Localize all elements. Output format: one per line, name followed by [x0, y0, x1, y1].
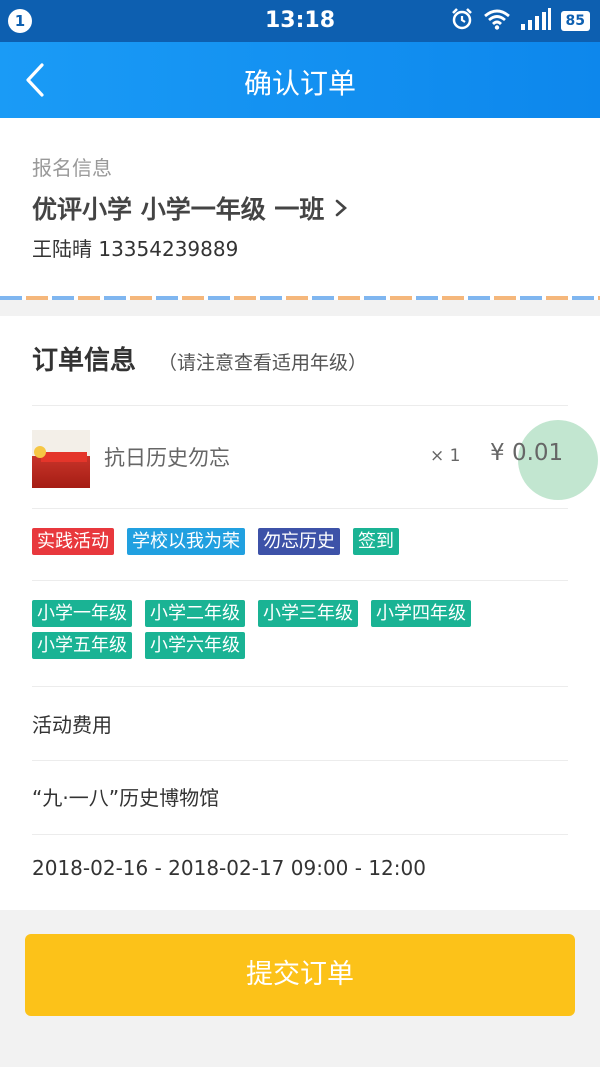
- registration-label: 报名信息: [32, 156, 112, 180]
- registration-contact: 王陆晴 13354239889: [32, 237, 239, 261]
- divider: [32, 834, 568, 835]
- activity-tags: 实践活动 学校以我为荣 勿忘历史 签到: [32, 528, 572, 555]
- divider: [32, 580, 568, 581]
- wifi-icon: [483, 8, 511, 34]
- alarm-icon: [450, 7, 474, 35]
- emblem-icon: [34, 446, 46, 458]
- grade-tag: 小学三年级: [258, 600, 358, 627]
- signal-icon: [520, 8, 552, 34]
- battery-indicator: 85: [560, 11, 590, 31]
- nav-bar: 确认订单: [0, 42, 600, 118]
- divider: [32, 686, 568, 687]
- order-title: 订单信息: [32, 346, 137, 376]
- grade-tag: 小学六年级: [145, 632, 245, 659]
- product-price: ¥ 0.01: [490, 440, 564, 466]
- registration-school: 优评小学 小学一年级 一班: [32, 195, 325, 224]
- page-title: 确认订单: [243, 67, 356, 100]
- fee-label: 活动费用: [32, 713, 112, 737]
- grade-tag: 小学五年级: [32, 632, 132, 659]
- grade-tags: 小学一年级 小学二年级 小学三年级 小学四年级 小学五年级 小学六年级: [32, 600, 572, 659]
- grade-tag: 小学二年级: [145, 600, 245, 627]
- activity-location: “九·一八”历史博物馆: [32, 786, 220, 810]
- tag-school-pride: 学校以我为荣: [127, 528, 245, 555]
- activity-datetime: 2018-02-16 - 2018-02-17 09:00 - 12:00: [32, 856, 426, 880]
- divider: [32, 760, 568, 761]
- submit-order-button[interactable]: 提交订单: [25, 934, 575, 1016]
- status-bar: 1 13:18 85: [0, 0, 600, 42]
- product-thumbnail: [32, 430, 90, 488]
- tag-checkin: 签到: [353, 528, 399, 555]
- order-header: 订单信息 （请注意查看适用年级）: [32, 340, 367, 377]
- order-hint: （请注意查看适用年级）: [158, 352, 368, 374]
- tag-practice: 实践活动: [32, 528, 114, 555]
- envelope-border: [0, 296, 600, 300]
- divider: [32, 405, 568, 406]
- product-name: 抗日历史勿忘: [104, 446, 230, 470]
- order-section: 订单信息 （请注意查看适用年级） 抗日历史勿忘 × 1 ¥ 0.01 实践活动 …: [0, 316, 600, 910]
- status-icons: 85: [450, 8, 590, 34]
- grade-tag: 小学一年级: [32, 600, 132, 627]
- divider: [32, 508, 568, 509]
- tag-remember-history: 勿忘历史: [258, 528, 340, 555]
- registration-school-row[interactable]: 优评小学 小学一年级 一班: [32, 190, 348, 226]
- registration-section: 报名信息 优评小学 小学一年级 一班 王陆晴 13354239889: [0, 118, 600, 298]
- product-quantity: × 1: [430, 446, 461, 466]
- chevron-right-icon: [336, 199, 348, 217]
- grade-tag: 小学四年级: [371, 600, 471, 627]
